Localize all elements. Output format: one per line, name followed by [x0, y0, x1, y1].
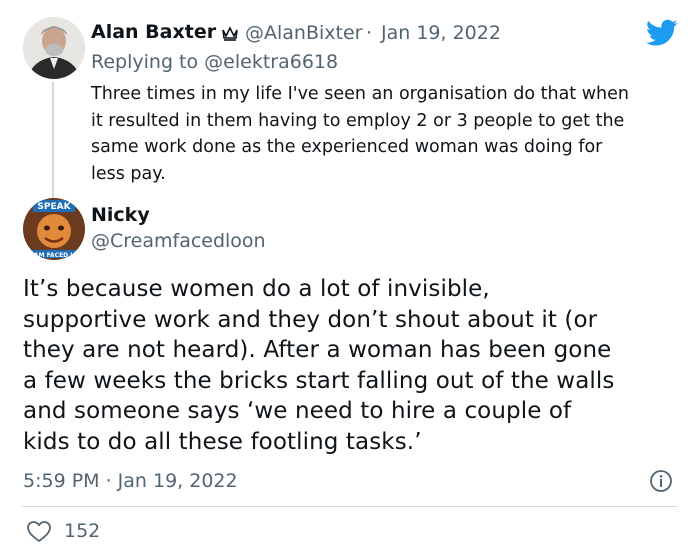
- reply-date[interactable]: Jan 19, 2022: [381, 22, 501, 44]
- main-tweet-text: It’s because women do a lot of invisible…: [23, 274, 683, 457]
- main-author-name[interactable]: Nicky: [91, 204, 150, 226]
- reply-text-line: Three times in my life I've seen an orga…: [91, 84, 629, 104]
- main-timestamp[interactable]: 5:59 PM · Jan 19, 2022: [23, 470, 238, 492]
- alan-baxter-avatar[interactable]: [23, 17, 85, 79]
- reply-separator: ·: [366, 22, 373, 44]
- actions-divider: [22, 506, 677, 507]
- reply-author-handle[interactable]: @AlanBixter: [245, 22, 362, 44]
- main-text-line: a few weeks the bricks start falling out…: [23, 367, 615, 394]
- twitter-bird-icon[interactable]: [646, 19, 678, 47]
- reply-text-line: less pay.: [91, 163, 166, 184]
- reply-text-line: it resulted in them having to employ 2 o…: [91, 110, 625, 131]
- thread-connector-line: [52, 82, 54, 199]
- like-count[interactable]: 152: [64, 520, 100, 542]
- crown-badge-icon: [221, 24, 239, 42]
- reply-text-line: same work done as the experienced woman …: [91, 137, 603, 157]
- main-text-line: supportive work and they don’t shout abo…: [23, 306, 598, 333]
- info-icon[interactable]: [649, 469, 673, 493]
- replying-handle-link[interactable]: @elektra6618: [204, 51, 338, 73]
- main-text-line: and someone says ‘we need to hire a coup…: [23, 398, 572, 424]
- avatar-caption-top: SPEAK: [37, 202, 71, 212]
- main-text-line: they are not heard). After a woman has b…: [23, 337, 612, 363]
- reply-author-name[interactable]: Alan Baxter: [91, 21, 216, 43]
- main-text-line: It’s because women do a lot of invisible…: [23, 276, 490, 302]
- avatar-caption-bottom: AM FACED L: [34, 252, 74, 259]
- main-author-handle[interactable]: @Creamfacedloon: [91, 230, 266, 252]
- heart-icon[interactable]: [26, 520, 52, 544]
- reply-tweet-text: Three times in my life I've seen an orga…: [91, 81, 691, 187]
- main-text-line: kids to do all these footling tasks.’: [23, 428, 422, 455]
- replying-to-line: Replying to @elektra6618: [91, 51, 338, 73]
- replying-prefix: Replying to: [91, 51, 199, 73]
- nicky-avatar[interactable]: SPEAK AM FACED L: [23, 198, 85, 260]
